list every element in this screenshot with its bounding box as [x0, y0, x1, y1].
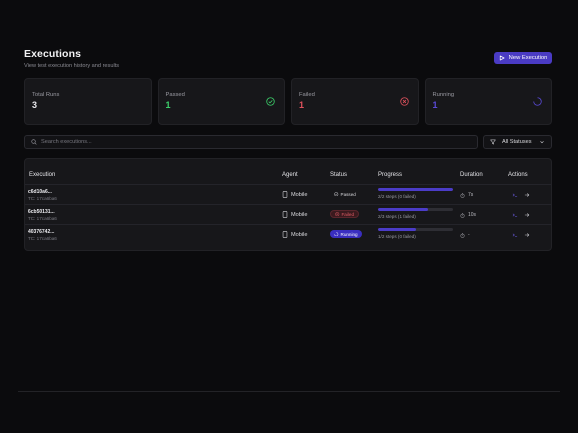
- check-circle-icon: [334, 191, 339, 197]
- x-circle-icon: [335, 211, 340, 217]
- column-header-duration: Duration: [460, 172, 483, 178]
- progress-bar-fill: [378, 188, 453, 191]
- progress-bar: [378, 208, 453, 211]
- steps-text: 2/3 steps (1 failed): [378, 214, 416, 219]
- stat-label: Running: [432, 92, 455, 98]
- new-execution-label: New Execution: [508, 55, 548, 61]
- execution-id[interactable]: c6d10a6...: [28, 189, 57, 195]
- filter-icon: [490, 139, 496, 145]
- progress-cell: 2/2 steps (0 failed): [378, 188, 453, 199]
- status-text: Running: [340, 231, 358, 237]
- new-execution-button[interactable]: New Execution: [494, 52, 552, 64]
- search-input[interactable]: [41, 139, 461, 145]
- agent-cell: Mobile: [282, 211, 307, 218]
- status-badge: Running: [330, 230, 362, 238]
- progress-bar: [378, 188, 453, 191]
- spinner-icon: [334, 231, 339, 236]
- table-row[interactable]: 6cb50131... TC: 17ca6ba6 Mobile Failed 2…: [25, 204, 551, 224]
- page-subtitle: View test execution history and results: [24, 63, 120, 69]
- duration-cell: 7s: [460, 192, 473, 198]
- test-case-id: TC: 17ca6ba6: [28, 236, 57, 241]
- spinner-icon: [533, 97, 542, 106]
- timer-icon: [460, 212, 465, 218]
- stat-card-running: Running 1: [424, 78, 552, 125]
- duration-cell: 10s: [460, 212, 476, 218]
- duration-cell: -: [460, 232, 470, 238]
- actions-cell: [512, 192, 530, 198]
- page-title: Executions: [24, 48, 82, 60]
- check-circle-icon: [266, 97, 275, 106]
- footer-divider: [18, 391, 560, 392]
- execution-id[interactable]: 40376742...: [28, 229, 57, 235]
- status-text: Passed: [340, 191, 356, 197]
- execution-cell: c6d10a6... TC: 17ca6ba6: [28, 189, 57, 201]
- arrow-right-icon[interactable]: [524, 192, 530, 198]
- page-header: Executions View test execution history a…: [24, 48, 552, 70]
- mobile-icon: [282, 211, 288, 218]
- search-box[interactable]: [24, 135, 478, 149]
- table-row[interactable]: 40376742... TC: 17ca6ba6 Mobile Running …: [25, 224, 551, 244]
- stat-value: 1: [432, 100, 438, 110]
- steps-text: 2/2 steps (0 failed): [378, 194, 416, 199]
- execution-cell: 40376742... TC: 17ca6ba6: [28, 229, 57, 241]
- actions-cell: [512, 232, 530, 238]
- timer-icon: [460, 232, 465, 238]
- execution-cell: 6cb50131... TC: 17ca6ba6: [28, 209, 57, 221]
- test-case-id: TC: 17ca6ba6: [28, 216, 57, 221]
- agent-name: Mobile: [291, 211, 308, 218]
- status-text: Failed: [341, 211, 355, 217]
- progress-cell: 1/2 steps (0 failed): [378, 228, 453, 239]
- executions-table: Execution Agent Status Progress Duration…: [24, 158, 552, 251]
- play-icon: [499, 55, 505, 61]
- search-icon: [31, 139, 37, 145]
- mobile-icon: [282, 231, 288, 238]
- progress-bar-fill: [378, 228, 416, 231]
- actions-cell: [512, 212, 530, 218]
- agent-cell: Mobile: [282, 231, 307, 238]
- agent-name: Mobile: [291, 231, 308, 238]
- stat-card-failed: Failed 1: [291, 78, 419, 125]
- terminal-icon[interactable]: [512, 212, 518, 218]
- terminal-icon[interactable]: [512, 192, 518, 198]
- stat-label: Passed: [165, 92, 185, 98]
- chevron-down-icon: [540, 141, 544, 144]
- agent-name: Mobile: [291, 191, 308, 198]
- status-badge: Failed: [330, 210, 360, 218]
- duration-text: -: [468, 232, 470, 238]
- progress-cell: 2/3 steps (1 failed): [378, 208, 453, 219]
- column-header-actions: Actions: [508, 172, 528, 178]
- status-filter-label: All Statuses: [502, 139, 532, 145]
- filters-bar: All Statuses: [24, 135, 552, 149]
- test-case-id: TC: 17ca6ba6: [28, 196, 57, 201]
- x-circle-icon: [399, 97, 409, 106]
- stat-card-passed: Passed 1: [157, 78, 285, 125]
- stat-label: Failed: [299, 92, 315, 98]
- timer-icon: [460, 192, 465, 198]
- status-filter-select[interactable]: All Statuses: [483, 135, 552, 149]
- execution-id[interactable]: 6cb50131...: [28, 209, 57, 215]
- column-header-agent: Agent: [282, 172, 298, 178]
- stat-card-total: Total Runs 3: [24, 78, 152, 125]
- stat-value: 1: [299, 100, 305, 110]
- column-header-execution: Execution: [29, 172, 56, 178]
- agent-cell: Mobile: [282, 191, 307, 198]
- steps-text: 1/2 steps (0 failed): [378, 234, 416, 239]
- stat-value: 1: [165, 100, 171, 110]
- progress-bar-fill: [378, 208, 429, 211]
- arrow-right-icon[interactable]: [524, 212, 530, 218]
- stats-cards: Total Runs 3 Passed 1 Failed 1 Running 1: [24, 78, 552, 125]
- mobile-icon: [282, 191, 288, 198]
- table-row[interactable]: c6d10a6... TC: 17ca6ba6 Mobile Passed 2/…: [25, 184, 551, 204]
- stat-label: Total Runs: [32, 92, 60, 98]
- duration-text: 10s: [468, 212, 477, 218]
- stat-value: 3: [32, 100, 38, 110]
- arrow-right-icon[interactable]: [524, 232, 530, 238]
- duration-text: 7s: [468, 192, 474, 198]
- column-header-status: Status: [330, 172, 348, 178]
- status-badge: Passed: [330, 190, 360, 198]
- progress-bar: [378, 228, 453, 231]
- column-header-progress: Progress: [378, 172, 403, 178]
- terminal-icon[interactable]: [512, 232, 518, 238]
